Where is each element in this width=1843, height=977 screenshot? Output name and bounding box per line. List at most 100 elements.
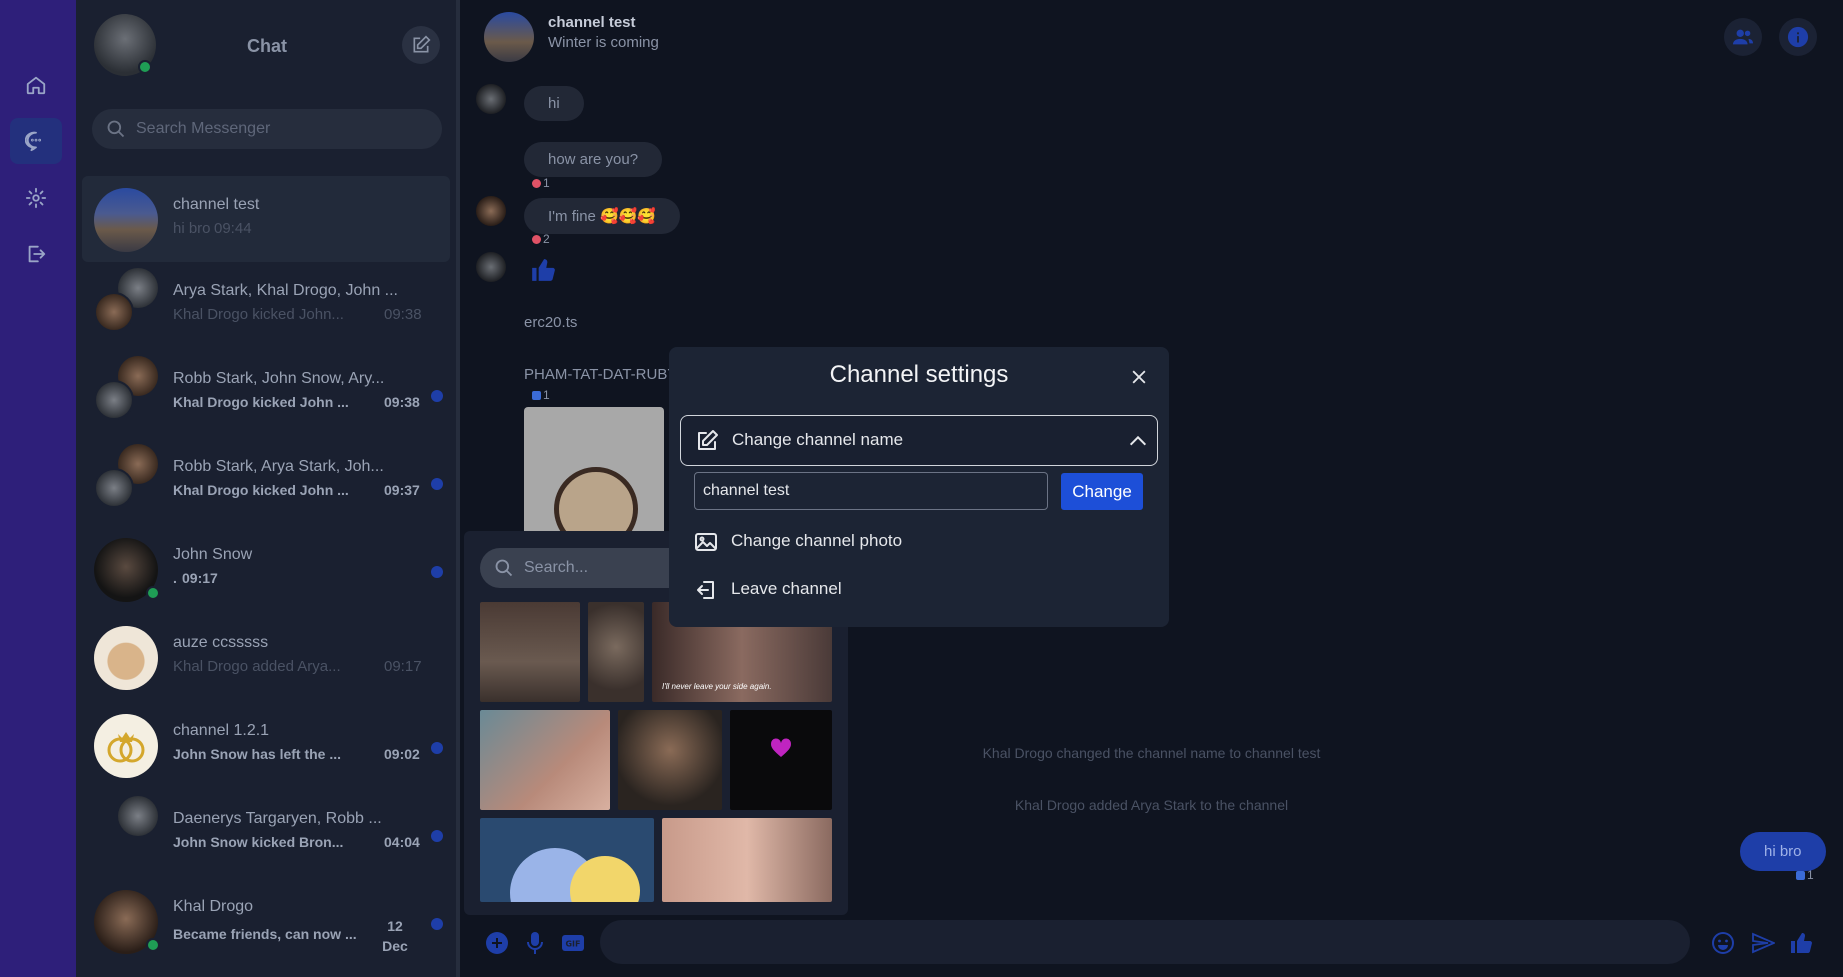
conversation-item[interactable]: Robb Stark, Arya Stark, Joh... Khal Drog… xyxy=(82,438,450,524)
conversation-name: Arya Stark, Khal Drogo, John ... xyxy=(173,282,398,299)
conversation-preview: John Snow has left the ... xyxy=(173,746,342,762)
composer: GIF xyxy=(460,918,1843,968)
unread-dot xyxy=(431,830,443,842)
message-bubble[interactable]: how are you? xyxy=(524,142,663,177)
channel-avatar[interactable] xyxy=(484,12,534,62)
messenger-search xyxy=(92,109,442,149)
message-input[interactable] xyxy=(600,920,1690,964)
conversation-name: channel 1.2.1 xyxy=(173,722,270,739)
conversation-preview: John Snow kicked Bron... xyxy=(173,834,344,850)
conversation-name: Robb Stark, Arya Stark, Joh... xyxy=(173,458,384,475)
avatar xyxy=(94,714,158,778)
conversation-preview: hi bro xyxy=(173,220,211,237)
avatar xyxy=(94,380,134,420)
svg-text:GIF: GIF xyxy=(565,940,580,949)
avatar xyxy=(94,626,158,690)
thumbs-up-icon[interactable] xyxy=(1788,930,1814,956)
image-icon xyxy=(694,530,718,554)
conversation-name: Khal Drogo xyxy=(173,898,254,915)
conversation-item[interactable]: Arya Stark, Khal Drogo, John ... Khal Dr… xyxy=(82,262,450,348)
settings-icon[interactable] xyxy=(10,175,62,221)
conversation-name: John Snow xyxy=(173,546,253,563)
conversation-item[interactable]: channel 1.2.1 John Snow has left the ...… xyxy=(82,702,450,788)
send-icon[interactable] xyxy=(1750,930,1776,956)
conversation-item[interactable]: auze ccsssss Khal Drogo added Arya... 09… xyxy=(82,614,450,700)
file-attachment[interactable]: PHAM-TAT-DAT-RUBY xyxy=(524,366,677,383)
unread-dot xyxy=(431,390,443,402)
conversation-preview: . xyxy=(173,570,177,586)
conversation-item[interactable]: Khal Drogo Became friends, can now ... 1… xyxy=(82,878,450,964)
emoji-icon[interactable] xyxy=(1710,930,1736,956)
leave-icon xyxy=(694,578,718,602)
close-button[interactable] xyxy=(1125,363,1153,391)
message-avatar xyxy=(476,196,506,226)
gif-thumbnail[interactable] xyxy=(662,818,832,902)
add-icon[interactable] xyxy=(484,930,510,956)
sticker-image[interactable] xyxy=(524,407,664,537)
conversation-item[interactable]: Robb Stark, John Snow, Ary... Khal Drogo… xyxy=(82,350,450,436)
avatar xyxy=(94,188,158,252)
conversation-time: 09:37 xyxy=(384,482,420,498)
gif-thumbnail[interactable] xyxy=(480,710,610,810)
panel-title: Chat xyxy=(247,36,287,56)
chat-icon[interactable] xyxy=(10,118,62,164)
users-icon xyxy=(1732,29,1754,45)
gif-thumbnail[interactable] xyxy=(730,710,832,810)
conversation-preview: Khal Drogo added Arya... xyxy=(173,658,341,675)
conversation-item[interactable]: Daenerys Targaryen, Robb ... John Snow k… xyxy=(82,790,450,876)
reaction-badge[interactable]: 1 xyxy=(532,176,550,190)
reaction-badge[interactable]: 1 xyxy=(532,388,550,402)
gif-thumbnail[interactable] xyxy=(480,818,654,902)
unread-dot xyxy=(431,566,443,578)
gif-caption: I'll never leave your side again. xyxy=(662,682,772,691)
channel-name-input[interactable] xyxy=(694,472,1048,510)
gif-thumbnail[interactable] xyxy=(480,602,580,702)
edit-icon xyxy=(695,429,719,453)
change-name-accordion[interactable]: Change channel name xyxy=(680,415,1158,466)
logout-icon[interactable] xyxy=(10,231,62,277)
edit-icon xyxy=(413,35,431,53)
info-button[interactable] xyxy=(1779,18,1817,56)
rings-icon xyxy=(107,732,145,763)
conversation-preview: Khal Drogo kicked John ... xyxy=(173,394,349,410)
reaction-badge[interactable]: 2 xyxy=(532,232,550,246)
message-avatar xyxy=(476,84,506,114)
reaction-badge[interactable]: 1 xyxy=(1796,868,1814,882)
gif-thumbnail[interactable] xyxy=(588,602,644,702)
gif-thumbnail[interactable] xyxy=(618,710,722,810)
thumbs-up-icon[interactable] xyxy=(530,256,556,284)
unread-dot xyxy=(431,918,443,930)
online-indicator xyxy=(138,60,152,74)
compose-button[interactable] xyxy=(402,26,440,64)
conversation-time: 12 Dec xyxy=(382,918,408,954)
conversation-preview: Khal Drogo kicked John... xyxy=(173,306,344,323)
info-icon xyxy=(1787,26,1809,48)
search-icon xyxy=(495,559,513,577)
members-button[interactable] xyxy=(1724,18,1762,56)
avatar xyxy=(94,292,134,332)
conversation-preview: Became friends, can now ... xyxy=(173,926,357,942)
modal-title: Channel settings xyxy=(829,361,1009,388)
home-icon[interactable] xyxy=(10,62,62,108)
microphone-icon[interactable] xyxy=(522,930,548,956)
message-bubble[interactable]: I'm fine 🥰🥰🥰 xyxy=(524,198,681,234)
change-photo-option[interactable]: Change channel photo xyxy=(680,522,1158,562)
conversation-name: Robb Stark, John Snow, Ary... xyxy=(173,370,385,387)
heart-icon xyxy=(770,738,792,757)
conversation-name: Daenerys Targaryen, Robb ... xyxy=(173,810,382,827)
search-icon xyxy=(107,120,125,138)
channel-name: channel test xyxy=(548,14,636,31)
my-message-bubble[interactable]: hi bro xyxy=(1740,832,1826,871)
gif-icon[interactable]: GIF xyxy=(560,930,586,956)
leave-channel-option[interactable]: Leave channel xyxy=(680,570,1158,610)
message-bubble[interactable]: hi xyxy=(524,86,584,121)
conversation-time: 09:17 xyxy=(182,570,218,586)
file-attachment[interactable]: erc20.ts xyxy=(524,314,577,331)
change-name-label: Change channel name xyxy=(732,430,904,449)
conversation-item[interactable]: channel test hi bro 09:44 xyxy=(82,176,450,262)
nav-rail xyxy=(0,0,76,977)
online-indicator xyxy=(146,938,160,952)
change-button[interactable]: Change xyxy=(1061,473,1143,510)
conversation-item[interactable]: John Snow . 09:17 xyxy=(82,526,450,612)
search-input[interactable] xyxy=(136,120,416,138)
